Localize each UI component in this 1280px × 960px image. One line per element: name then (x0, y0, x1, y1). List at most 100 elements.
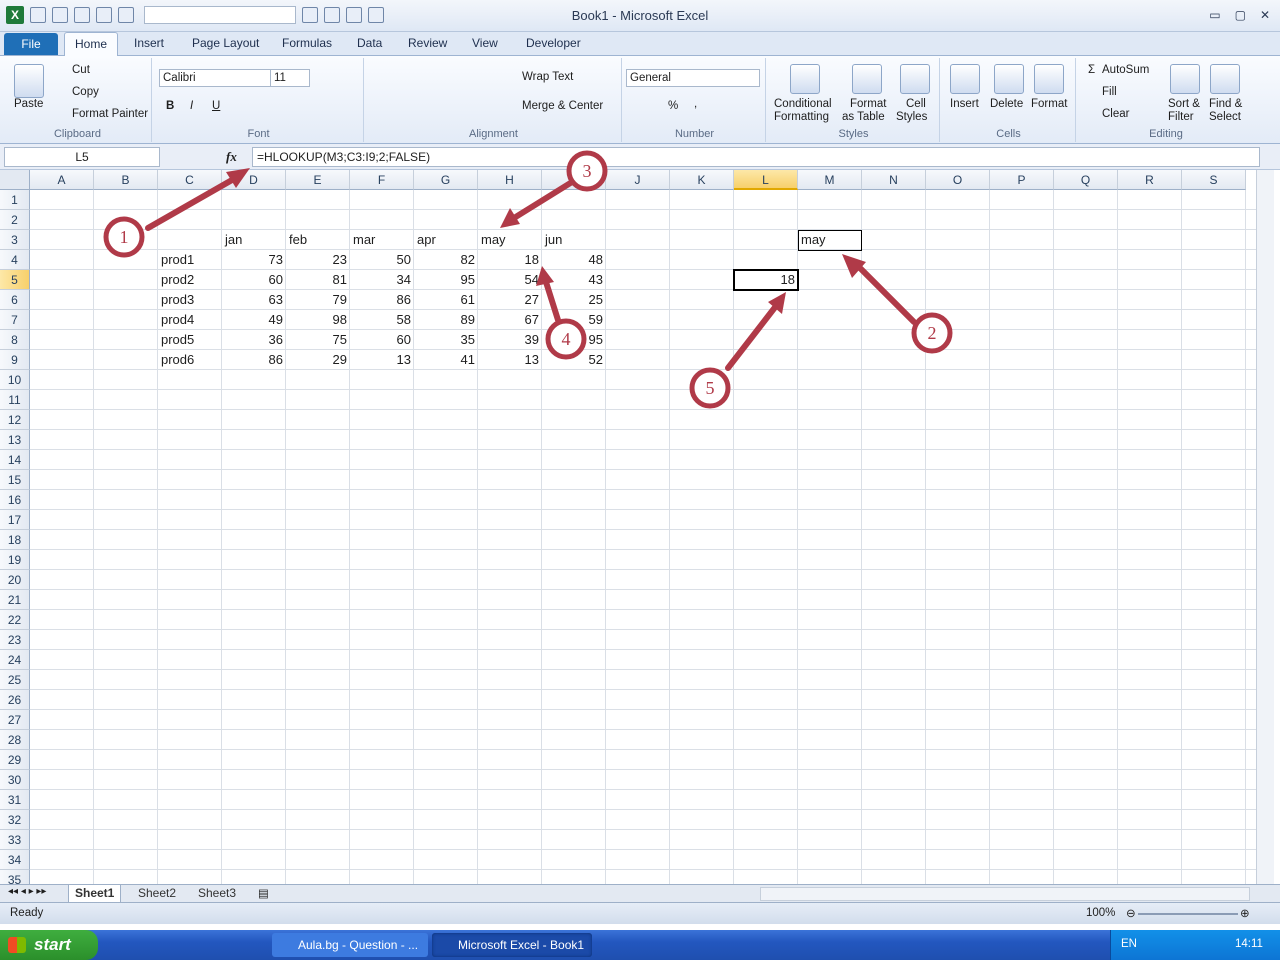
format-cells-icon[interactable] (1034, 64, 1064, 94)
tab-page-layout[interactable]: Page Layout (192, 36, 259, 50)
row-header-33[interactable]: 33 (0, 830, 30, 850)
zoom-level[interactable]: 100% (1086, 907, 1115, 919)
delete-cells-icon[interactable] (994, 64, 1024, 94)
row-header-7[interactable]: 7 (0, 310, 30, 330)
tab-home[interactable]: Home (64, 32, 118, 57)
row-header-20[interactable]: 20 (0, 570, 30, 590)
row-header-29[interactable]: 29 (0, 750, 30, 770)
column-header-l[interactable]: L (734, 170, 798, 190)
format-painter-button[interactable]: Format Painter (72, 108, 148, 120)
product-label-prod3[interactable]: prod3 (158, 290, 222, 310)
bold-button[interactable]: B (166, 100, 174, 112)
row-header-30[interactable]: 30 (0, 770, 30, 790)
row-header-14[interactable]: 14 (0, 450, 30, 470)
product-label-prod4[interactable]: prod4 (158, 310, 222, 330)
row-header-23[interactable]: 23 (0, 630, 30, 650)
underline-button[interactable]: U (212, 100, 220, 112)
table-cell[interactable]: 23 (286, 250, 350, 270)
column-header-r[interactable]: R (1118, 170, 1182, 190)
row-header-18[interactable]: 18 (0, 530, 30, 550)
row-header-28[interactable]: 28 (0, 730, 30, 750)
table-cell[interactable]: 60 (350, 330, 414, 350)
column-header-j[interactable]: J (606, 170, 670, 190)
tab-data[interactable]: Data (357, 36, 382, 50)
table-cell[interactable]: 59 (542, 310, 606, 330)
conditional-formatting-label-2[interactable]: Formatting (774, 111, 829, 123)
format-as-table-label[interactable]: Format (850, 98, 886, 110)
conditional-formatting-label[interactable]: Conditional (774, 98, 832, 110)
row-header-2[interactable]: 2 (0, 210, 30, 230)
table-cell[interactable]: 18 (478, 250, 542, 270)
column-header-s[interactable]: S (1182, 170, 1246, 190)
table-cell[interactable]: 27 (478, 290, 542, 310)
sheet-tab-2[interactable]: Sheet2 (138, 885, 176, 903)
row-header-11[interactable]: 11 (0, 390, 30, 410)
font-size-select[interactable]: 11 (270, 69, 310, 87)
row-header-34[interactable]: 34 (0, 850, 30, 870)
cut-button[interactable]: Cut (72, 64, 90, 76)
paste-icon[interactable] (14, 64, 44, 98)
row-header-32[interactable]: 32 (0, 810, 30, 830)
table-cell[interactable]: 60 (222, 270, 286, 290)
find-select-icon[interactable] (1210, 64, 1240, 94)
table-cell[interactable]: 89 (414, 310, 478, 330)
product-label-prod5[interactable]: prod5 (158, 330, 222, 350)
format-cells-button[interactable]: Format (1031, 98, 1067, 110)
column-header-e[interactable]: E (286, 170, 350, 190)
font-name-select[interactable]: Calibri (159, 69, 271, 87)
month-header-jan[interactable]: jan (222, 230, 286, 250)
tab-view[interactable]: View (472, 36, 498, 50)
table-cell[interactable]: 61 (414, 290, 478, 310)
sheet-tab-3[interactable]: Sheet3 (198, 885, 236, 903)
table-cell[interactable]: 25 (542, 290, 606, 310)
column-header-o[interactable]: O (926, 170, 990, 190)
copy-button[interactable]: Copy (72, 86, 99, 98)
row-header-31[interactable]: 31 (0, 790, 30, 810)
table-cell[interactable]: 50 (350, 250, 414, 270)
table-cell[interactable]: 58 (350, 310, 414, 330)
zoom-out-icon[interactable]: ⊖ (1126, 906, 1136, 920)
table-cell[interactable]: 73 (222, 250, 286, 270)
table-cell[interactable]: 36 (222, 330, 286, 350)
column-header-f[interactable]: F (350, 170, 414, 190)
table-cell[interactable]: 34 (350, 270, 414, 290)
find-select-label[interactable]: Find & (1209, 98, 1242, 110)
insert-cells-icon[interactable] (950, 64, 980, 94)
table-cell[interactable]: 86 (350, 290, 414, 310)
taskbar-window-browser[interactable]: Aula.bg - Question - ... (272, 933, 428, 957)
table-cell[interactable]: 13 (350, 350, 414, 370)
table-cell[interactable]: 81 (286, 270, 350, 290)
italic-button[interactable]: I (190, 100, 193, 112)
row-header-17[interactable]: 17 (0, 510, 30, 530)
number-format-select[interactable]: General (626, 69, 760, 87)
column-header-g[interactable]: G (414, 170, 478, 190)
comma-button[interactable]: , (694, 98, 697, 110)
select-all-corner[interactable] (0, 170, 30, 190)
product-label-prod2[interactable]: prod2 (158, 270, 222, 290)
column-header-b[interactable]: B (94, 170, 158, 190)
table-cell[interactable]: 67 (478, 310, 542, 330)
row-header-22[interactable]: 22 (0, 610, 30, 630)
insert-cells-button[interactable]: Insert (950, 98, 979, 110)
row-header-6[interactable]: 6 (0, 290, 30, 310)
table-cell[interactable]: 54 (478, 270, 542, 290)
column-header-d[interactable]: D (222, 170, 286, 190)
month-header-mar[interactable]: mar (350, 230, 414, 250)
column-header-i[interactable]: I (542, 170, 606, 190)
close-button[interactable]: ✕ (1260, 8, 1270, 22)
table-cell[interactable]: 79 (286, 290, 350, 310)
table-cell[interactable]: 48 (542, 250, 606, 270)
row-header-15[interactable]: 15 (0, 470, 30, 490)
sheet-nav-arrows-icon[interactable]: ◂◂ ◂ ▸ ▸▸ (8, 886, 46, 897)
format-as-table-label-2[interactable]: as Table (842, 111, 885, 123)
row-header-13[interactable]: 13 (0, 430, 30, 450)
month-header-jun[interactable]: jun (542, 230, 606, 250)
fill-button[interactable]: Fill (1102, 86, 1117, 98)
tab-formulas[interactable]: Formulas (282, 36, 332, 50)
row-header-25[interactable]: 25 (0, 670, 30, 690)
row-header-1[interactable]: 1 (0, 190, 30, 210)
vertical-scrollbar[interactable] (1256, 170, 1274, 884)
table-cell[interactable]: 95 (414, 270, 478, 290)
row-header-24[interactable]: 24 (0, 650, 30, 670)
column-header-h[interactable]: H (478, 170, 542, 190)
